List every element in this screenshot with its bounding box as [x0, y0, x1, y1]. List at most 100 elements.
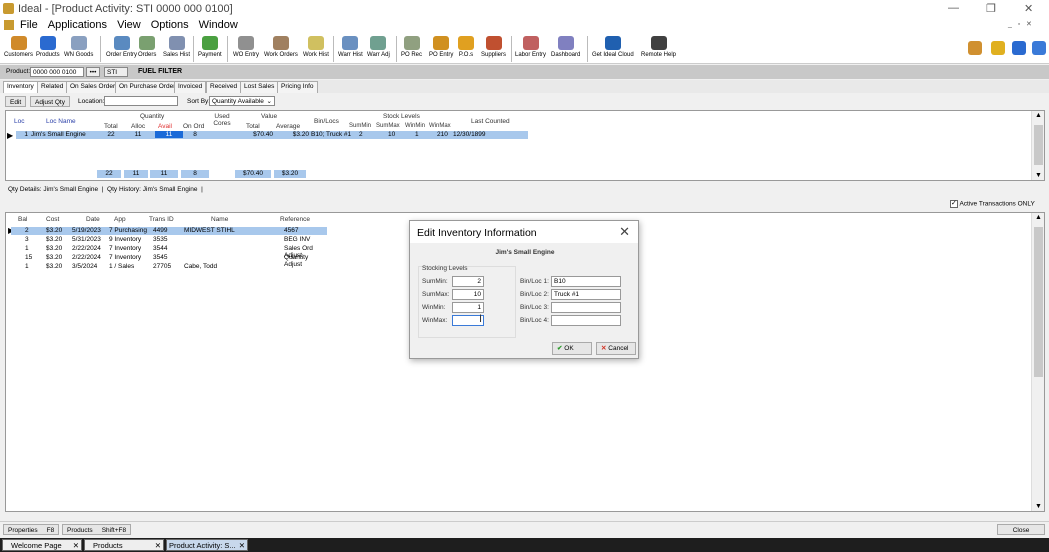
- toolbar-button-wn-goods[interactable]: WN Goods: [64, 36, 93, 58]
- winmin-input[interactable]: 1: [452, 302, 484, 313]
- menu-window[interactable]: Window: [199, 19, 238, 31]
- toolbar-button-get-ideal-cloud[interactable]: Get Ideal Cloud: [592, 36, 634, 58]
- properties-button[interactable]: Properties F8: [3, 524, 60, 535]
- menu-applications[interactable]: Applications: [48, 19, 107, 31]
- tab-lost-sales[interactable]: Lost Sales: [240, 81, 279, 93]
- summax-input[interactable]: 10: [452, 289, 484, 300]
- edit-inventory-dialog: Edit Inventory Information ✕ Jim's Small…: [409, 220, 639, 359]
- minimize-button[interactable]: —: [948, 2, 959, 14]
- help-icon[interactable]: [1012, 41, 1026, 55]
- toolbar-button-sales-hist[interactable]: Sales Hist: [163, 36, 190, 58]
- bin2-input[interactable]: Truck #1: [551, 289, 621, 300]
- close-icon[interactable]: ✕: [155, 541, 161, 550]
- adjust-qty-button[interactable]: Adjust Qty: [30, 96, 70, 107]
- toolbar-button-orders[interactable]: Orders: [138, 36, 156, 58]
- menu-options[interactable]: Options: [151, 19, 189, 31]
- subtab-qty-history[interactable]: Qty History: Jim's Small Engine: [107, 186, 197, 193]
- toolbar-button-po-rec[interactable]: PO Rec: [401, 36, 422, 58]
- toolbar-separator: [193, 36, 194, 62]
- toolbar-button-suppliers[interactable]: Suppliers: [481, 36, 506, 58]
- properties-label: Properties: [8, 527, 38, 534]
- inventory-scrollbar[interactable]: ▲ ▼: [1031, 111, 1044, 180]
- toolbar-button-order-entry[interactable]: Order Entry: [106, 36, 137, 58]
- tab-received[interactable]: Received: [206, 81, 242, 93]
- history-cell: BEG INV: [284, 236, 311, 243]
- tab-inventory[interactable]: Inventory: [3, 81, 38, 93]
- close-icon[interactable]: ✕: [619, 224, 630, 240]
- restore-button[interactable]: ❐: [986, 2, 996, 15]
- doc-tab-product-activity[interactable]: Product Activity: S... ✕: [166, 539, 248, 551]
- summin-input[interactable]: 2: [452, 276, 484, 287]
- toolbar-button-dashboard[interactable]: Dashboard: [551, 36, 580, 58]
- history-cell: 2/22/2024: [72, 254, 101, 261]
- subtab-qty-details[interactable]: Qty Details: Jim's Small Engine: [8, 186, 98, 193]
- close-icon[interactable]: ✕: [73, 541, 79, 550]
- sum-avail: 11: [150, 170, 178, 178]
- cell-summax: 10: [388, 131, 396, 138]
- toolbar-button-warr-adj[interactable]: Warr Adj: [367, 36, 390, 58]
- history-cell: Cabe, Todd: [184, 263, 218, 270]
- toolbar-label: WO Entry: [233, 52, 260, 58]
- toolbar-button-labor-entry[interactable]: Labor Entry: [515, 36, 546, 58]
- history-row[interactable]: 3 $3.20 5/31/2023 9 Inventory 3535 BEG INV: [11, 236, 327, 244]
- close-button[interactable]: Close: [997, 524, 1045, 535]
- scroll-up-icon[interactable]: ▲: [1035, 214, 1042, 221]
- menu-view[interactable]: View: [117, 19, 141, 31]
- tab-on-sales-order[interactable]: On Sales Order: [66, 81, 120, 93]
- history-row[interactable]: 1 $3.20 2/22/2024 7 Inventory 3544 Sales Ord …: [11, 245, 327, 259]
- history-scrollbar[interactable]: ▲ ▼: [1031, 213, 1044, 511]
- tab-related[interactable]: Related: [37, 81, 68, 93]
- toolbar-button-remote-help[interactable]: Remote Help: [641, 36, 676, 58]
- checkmark-icon: ✔: [557, 345, 563, 352]
- header-bin-locs: Bin/Locs: [314, 118, 339, 125]
- tab-pricing-info[interactable]: Pricing Info: [277, 81, 318, 93]
- settings-icon[interactable]: [968, 41, 982, 55]
- suppliers-icon: [485, 36, 502, 50]
- bin3-input[interactable]: [551, 302, 621, 313]
- mdi-controls[interactable]: _ ▫ ✕: [1008, 20, 1032, 28]
- edit-button[interactable]: Edit: [5, 96, 27, 107]
- doc-tab-products[interactable]: Products ✕: [84, 539, 164, 551]
- scroll-down-icon[interactable]: ▼: [1035, 172, 1042, 179]
- toolbar-button-warr-hist[interactable]: Warr Hist: [338, 36, 363, 58]
- toolbar-button-po-entry[interactable]: PO Entry: [429, 36, 453, 58]
- active-transactions-checkbox[interactable]: ✓ Active Transactions ONLY: [950, 200, 1035, 208]
- toolbar-button-wo-entry[interactable]: WO Entry: [233, 36, 259, 58]
- history-row[interactable]: 15 $3.20 2/22/2024 7 Inventory 3545 Quantity …: [11, 254, 327, 268]
- grid-icon[interactable]: [1032, 41, 1046, 55]
- bin1-input[interactable]: B10: [551, 276, 621, 287]
- toolbar-button-p-o-s[interactable]: P.O.s: [458, 36, 474, 58]
- close-window-button[interactable]: ✕: [1024, 2, 1033, 15]
- dialog-subtitle: Jim's Small Engine: [495, 249, 555, 256]
- tab-on-purchase-order[interactable]: On Purchase Order: [115, 81, 180, 93]
- close-icon[interactable]: ✕: [239, 541, 245, 550]
- toolbar-button-work-hist[interactable]: Work Hist: [303, 36, 329, 58]
- toolbar-button-products[interactable]: Products: [36, 36, 60, 58]
- toolbar-button-work-orders[interactable]: Work Orders: [264, 36, 298, 58]
- doc-tab-welcome[interactable]: Welcome Page ✕: [2, 539, 82, 551]
- product-number-input[interactable]: 0000 000 0100: [30, 67, 84, 77]
- lightbulb-icon[interactable]: [991, 41, 1005, 55]
- browse-button[interactable]: •••: [86, 67, 100, 77]
- toolbar-separator: [227, 36, 228, 62]
- scroll-down-icon[interactable]: ▼: [1035, 503, 1042, 510]
- scroll-up-icon[interactable]: ▲: [1035, 112, 1042, 119]
- cancel-button[interactable]: ✕ Cancel: [596, 342, 636, 355]
- history-cell: 3544: [153, 245, 168, 252]
- ok-button[interactable]: ✔ OK: [552, 342, 592, 355]
- toolbar-button-customers[interactable]: Customers: [4, 36, 33, 58]
- history-cell: 5/31/2023: [72, 236, 101, 243]
- inventory-row[interactable]: 1 Jim's Small Engine 22 11 11 8 $70.40 $…: [16, 131, 528, 139]
- history-row[interactable]: 2 $3.20 5/19/2023 7 Purchasing 4499 MIDWEST S…: [11, 227, 327, 235]
- menu-file[interactable]: File: [20, 19, 38, 31]
- location-input[interactable]: [104, 96, 178, 106]
- toolbar-button-payment[interactable]: Payment: [198, 36, 222, 58]
- winmax-label: WinMax:: [422, 317, 448, 324]
- history-header: App: [114, 216, 126, 223]
- products-button[interactable]: Products Shift+F8: [62, 524, 132, 535]
- bin4-input[interactable]: [551, 315, 621, 326]
- tab-invoiced[interactable]: Invoiced: [174, 81, 207, 93]
- history-cell: 3: [25, 236, 29, 243]
- history-row[interactable]: 1 $3.20 3/5/2024 1 / Sales 27705 Cabe, Todd: [11, 263, 327, 271]
- sort-by-select[interactable]: Quantity Available ⌄: [209, 96, 275, 106]
